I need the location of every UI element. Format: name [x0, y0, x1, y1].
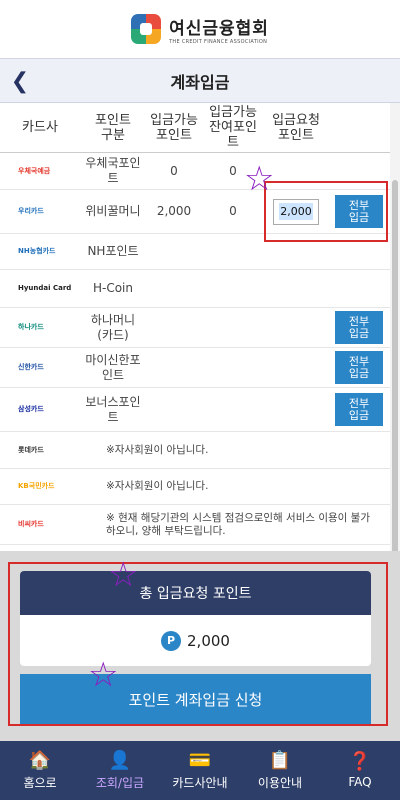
annotation-box-request [264, 181, 388, 242]
remaining-points [202, 388, 264, 431]
card-logo: 우리카드 [18, 207, 44, 215]
request-cell [264, 308, 328, 347]
card-logo: 삼성카드 [18, 405, 44, 413]
nav-item-guide[interactable]: 📋 이용안내 [240, 741, 320, 800]
page-title: 계좌입금 [170, 72, 230, 92]
available-points [146, 348, 202, 387]
action-cell: 전부입금 [328, 308, 390, 347]
table-row: 하나카드 하나머니(카드) 전부입금 [0, 308, 400, 348]
available-points [146, 270, 202, 307]
action-cell: 전부입금 [328, 388, 390, 431]
card-logo: 우체국예금 [18, 166, 51, 175]
annotation-star: ☆ [244, 159, 275, 199]
available-points: 0 [170, 163, 178, 178]
card-logo: 신한카드 [18, 363, 44, 371]
point-type: 우체국포인트 [85, 156, 141, 185]
notice-text: ※ 현재 해당기관의 시스템 점검으로인해 서비스 이용이 불가 하오니, 양해… [106, 511, 371, 537]
point-type: 마이신한포인트 [85, 352, 141, 382]
available-points [146, 308, 202, 347]
back-button[interactable]: ❮ [6, 67, 34, 95]
card-logo: NH농협카드 [18, 247, 56, 255]
card-icon: 💳 [188, 749, 212, 771]
logo-title: 여신금융협회 [169, 18, 269, 39]
card-logo: KB국민카드 [18, 482, 55, 490]
nav-label: FAQ [348, 775, 372, 789]
col-remaining: 입금가능 잔여포인트 [209, 105, 257, 150]
deposit-all-button[interactable]: 전부입금 [335, 393, 383, 426]
col-action [328, 103, 390, 152]
point-type: 위비꿀머니 [85, 204, 141, 218]
card-logo: Hyundai Card [18, 284, 72, 292]
col-request: 입금요청 포인트 [272, 112, 320, 143]
col-available: 입금가능 포인트 [150, 112, 198, 143]
nav-label: 이용안내 [257, 775, 303, 790]
deposit-all-button[interactable]: 전부입금 [335, 311, 383, 344]
table-row: KB국민카드 ※자사회원이 아닙니다. [0, 469, 400, 505]
user-search-icon: 👤 [108, 749, 132, 771]
home-icon: 🏠 [28, 749, 52, 771]
action-cell [328, 270, 390, 307]
point-type: NH포인트 [87, 244, 139, 258]
guide-icon: 📋 [268, 749, 292, 771]
point-type: 하나머니(카드) [90, 312, 136, 342]
available-points [146, 234, 202, 269]
annotation-star: ☆ [88, 655, 119, 695]
remaining-points [202, 348, 264, 387]
logo-icon [131, 14, 162, 44]
title-bar: ❮ 계좌입금 [0, 58, 400, 103]
nav-item-home[interactable]: 🏠 홈으로 [0, 741, 80, 800]
deposit-all-button[interactable]: 전부입금 [335, 351, 383, 384]
nav-label: 조회/입금 [95, 775, 145, 790]
remaining-points [202, 270, 264, 307]
table-header: 카드사 포인트 구분 입금가능 포인트 입금가능 잔여포인트 입금요청 포인트 [0, 103, 400, 153]
remaining-points [202, 234, 264, 269]
table-row: Hyundai Card H-Coin [0, 270, 400, 308]
bottom-nav: 🏠 홈으로 👤 조회/입금 💳 카드사안내 📋 이용안내 ❓ FAQ [0, 741, 400, 800]
nav-label: 카드사안내 [172, 775, 228, 790]
col-card: 카드사 [22, 120, 58, 135]
request-cell [264, 388, 328, 431]
point-type: 보너스포인트 [85, 394, 141, 424]
col-point-type: 포인트 구분 [95, 112, 131, 143]
card-logo: 롯데카드 [18, 445, 44, 454]
card-logo: 비씨카드 [18, 520, 44, 528]
card-logo: 하나카드 [18, 323, 44, 331]
faq-icon: ❓ [348, 751, 372, 772]
request-cell [264, 270, 328, 307]
table-row: 삼성카드 보너스포인트 전부입금 [0, 388, 400, 432]
notice-text: ※자사회원이 아닙니다. [106, 480, 209, 492]
request-cell [264, 348, 328, 387]
table-row: 비씨카드 ※ 현재 해당기관의 시스템 점검으로인해 서비스 이용이 불가 하오… [0, 505, 400, 545]
nav-item-card[interactable]: 💳 카드사안내 [160, 741, 240, 800]
available-points: 2,000 [156, 204, 192, 218]
annotation-box-summary [8, 562, 388, 726]
notice-text: ※자사회원이 아닙니다. [106, 443, 209, 456]
point-type: H-Coin [92, 281, 133, 295]
nav-item-user-search[interactable]: 👤 조회/입금 [80, 741, 160, 800]
header-logo: 여신금융협회 THE CREDIT FINANCE ASSOCIATION [0, 0, 400, 58]
available-points [146, 388, 202, 431]
chevron-left-icon: ❮ [10, 68, 30, 94]
table-row: 롯데카드 ※자사회원이 아닙니다. [0, 432, 400, 469]
annotation-star: ☆ [108, 555, 139, 595]
logo-subtitle: THE CREDIT FINANCE ASSOCIATION [169, 38, 268, 45]
nav-label: 홈으로 [23, 775, 57, 790]
table-row: 신한카드 마이신한포인트 전부입금 [0, 348, 400, 388]
remaining-points [202, 308, 264, 347]
action-cell: 전부입금 [328, 348, 390, 387]
nav-item-faq[interactable]: ❓ FAQ [320, 741, 400, 800]
